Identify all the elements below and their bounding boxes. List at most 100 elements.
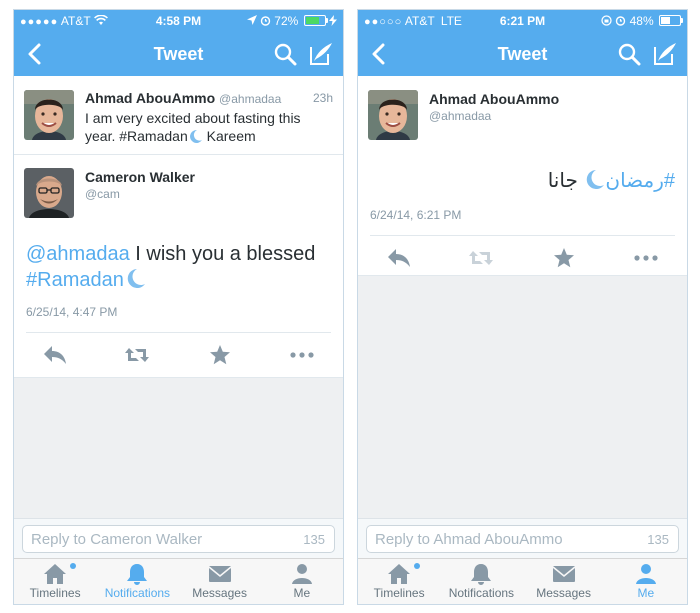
- reply-bar: Reply to Ahmad AbouAmmo 135: [358, 518, 687, 559]
- avatar[interactable]: [368, 90, 418, 140]
- avatar-photo: [24, 90, 74, 140]
- search-icon[interactable]: [617, 42, 641, 66]
- hashtag-link[interactable]: #رمضان: [605, 170, 675, 192]
- tweet-date: 6/24/14, 6:21 PM: [370, 208, 462, 222]
- author-handle: @ahmadaa: [219, 92, 282, 106]
- mention-link[interactable]: @ahmadaa: [26, 243, 130, 265]
- battery-percent: 72%: [274, 14, 299, 28]
- tab-label: Timelines: [373, 586, 425, 600]
- author-handle[interactable]: @cam: [85, 187, 120, 201]
- unread-dot: [70, 563, 76, 569]
- battery-icon: [303, 15, 328, 26]
- person-icon: [635, 564, 656, 584]
- tab-label: Notifications: [104, 586, 171, 600]
- tab-bar: Timelines Notifications Messages Me: [14, 558, 343, 604]
- home-icon: [388, 564, 411, 584]
- status-right-group: 72%: [246, 10, 337, 32]
- character-count: 135: [303, 532, 325, 547]
- crescent-moon-icon: [587, 170, 605, 189]
- character-count: 135: [647, 532, 669, 547]
- more-options-icon[interactable]: [633, 247, 659, 269]
- crescent-moon-icon: [189, 129, 202, 143]
- battery-percent: 48%: [629, 14, 654, 28]
- tab-me[interactable]: Me: [261, 559, 343, 604]
- tab-notifications[interactable]: Notifications: [96, 559, 178, 604]
- tweet-date: 6/25/14, 4:47 PM: [26, 305, 118, 319]
- tweet-age: 23h: [312, 91, 333, 105]
- author-name[interactable]: Ahmad AbouAmmo: [429, 91, 559, 107]
- search-icon[interactable]: [273, 42, 297, 66]
- tweet-text-line-2-pre: year. #Ramadan: [85, 128, 188, 144]
- reply-input[interactable]: Reply to Ahmad AbouAmmo 135: [366, 525, 679, 553]
- tab-label: Timelines: [29, 586, 81, 600]
- action-divider: [26, 332, 331, 333]
- avatar[interactable]: [24, 168, 74, 218]
- tab-bar: Timelines Notifications Messages Me: [358, 558, 687, 604]
- avatar-photo: [368, 90, 418, 140]
- tab-label: Me: [637, 586, 655, 600]
- tweet-text-line-1: I am very excited about fasting this: [85, 110, 301, 126]
- tweet-text: #رمضان جانا: [548, 168, 675, 194]
- author-name[interactable]: Ahmad AbouAmmo @ahmadaa: [85, 90, 281, 106]
- alarm-icon: [616, 16, 626, 26]
- context-tweet[interactable]: Ahmad AbouAmmo @ahmadaa 23h I am very ex…: [14, 76, 343, 155]
- tab-label: Messages: [536, 586, 591, 600]
- tweet-text: I am very excited about fasting this yea…: [85, 109, 335, 145]
- more-options-icon[interactable]: [289, 344, 315, 366]
- location-arrow-icon: [246, 15, 257, 25]
- tab-me[interactable]: Me: [605, 559, 687, 604]
- bell-icon: [127, 564, 148, 585]
- rotation-lock-icon: [601, 15, 612, 26]
- reply-input[interactable]: Reply to Cameron Walker 135: [22, 525, 335, 553]
- envelope-icon: [552, 566, 576, 582]
- reply-placeholder: Reply to Cameron Walker: [31, 531, 203, 548]
- tab-label: Messages: [192, 586, 247, 600]
- battery-icon: [659, 15, 683, 26]
- retweet-icon[interactable]: [124, 344, 150, 366]
- reply-icon[interactable]: [386, 247, 412, 269]
- tab-label: Notifications: [448, 586, 515, 600]
- reply-bar: Reply to Cameron Walker 135: [14, 518, 343, 559]
- tab-label: Me: [293, 586, 311, 600]
- tweet-text-line-2-post: Kareem: [202, 128, 256, 144]
- hashtag-link[interactable]: #Ramadan: [26, 269, 124, 291]
- status-bar: ●●○○○ AT&T LTE 6:21 PM 48%: [358, 10, 687, 32]
- home-icon: [44, 564, 67, 584]
- tab-messages[interactable]: Messages: [179, 559, 261, 604]
- tweet-text-body: جانا: [547, 170, 578, 192]
- alarm-icon: [260, 16, 271, 26]
- status-right-group: 48%: [601, 10, 683, 32]
- favorite-star-icon[interactable]: [551, 247, 577, 269]
- tweet-text-line-2: year. #Ramadan Kareem: [85, 127, 335, 145]
- unread-dot: [414, 563, 420, 569]
- tab-timelines[interactable]: Timelines: [14, 559, 96, 604]
- author-name[interactable]: Cameron Walker: [85, 169, 195, 185]
- tab-timelines[interactable]: Timelines: [358, 559, 440, 604]
- favorite-star-icon[interactable]: [207, 344, 233, 366]
- phone-screen-left: ●●●●● AT&T 4:58 PM 72% Tweet Ahmad AbouA…: [13, 9, 344, 605]
- compose-icon[interactable]: [652, 41, 678, 67]
- action-divider: [370, 235, 675, 236]
- navigation-bar: Tweet: [14, 32, 343, 76]
- person-icon: [291, 564, 312, 584]
- tab-messages[interactable]: Messages: [523, 559, 605, 604]
- charging-bolt-icon: [329, 15, 337, 26]
- envelope-icon: [208, 566, 232, 582]
- main-tweet: Cameron Walker @cam @ahmadaa I wish you …: [14, 155, 343, 378]
- tweet-text: @ahmadaa I wish you a blessed #Ramadan: [26, 241, 331, 293]
- main-tweet: Ahmad AbouAmmo @ahmadaa #رمضان جانا 6/24…: [358, 76, 687, 276]
- phone-screen-right: ●●○○○ AT&T LTE 6:21 PM 48% Tweet Ahmad A…: [357, 9, 688, 605]
- crescent-moon-icon: [127, 269, 145, 288]
- avatar-photo: [24, 168, 74, 218]
- retweet-icon-disabled: [469, 251, 493, 265]
- author-name-text: Ahmad AbouAmmo: [85, 90, 216, 106]
- reply-placeholder: Reply to Ahmad AbouAmmo: [375, 531, 563, 548]
- status-bar: ●●●●● AT&T 4:58 PM 72%: [14, 10, 343, 32]
- avatar[interactable]: [24, 90, 74, 140]
- bell-icon: [471, 564, 492, 585]
- compose-icon[interactable]: [308, 41, 334, 67]
- reply-icon[interactable]: [42, 344, 68, 366]
- tweet-text-body: I wish you a blessed: [129, 243, 316, 265]
- author-handle[interactable]: @ahmadaa: [429, 109, 491, 123]
- tab-notifications[interactable]: Notifications: [440, 559, 522, 604]
